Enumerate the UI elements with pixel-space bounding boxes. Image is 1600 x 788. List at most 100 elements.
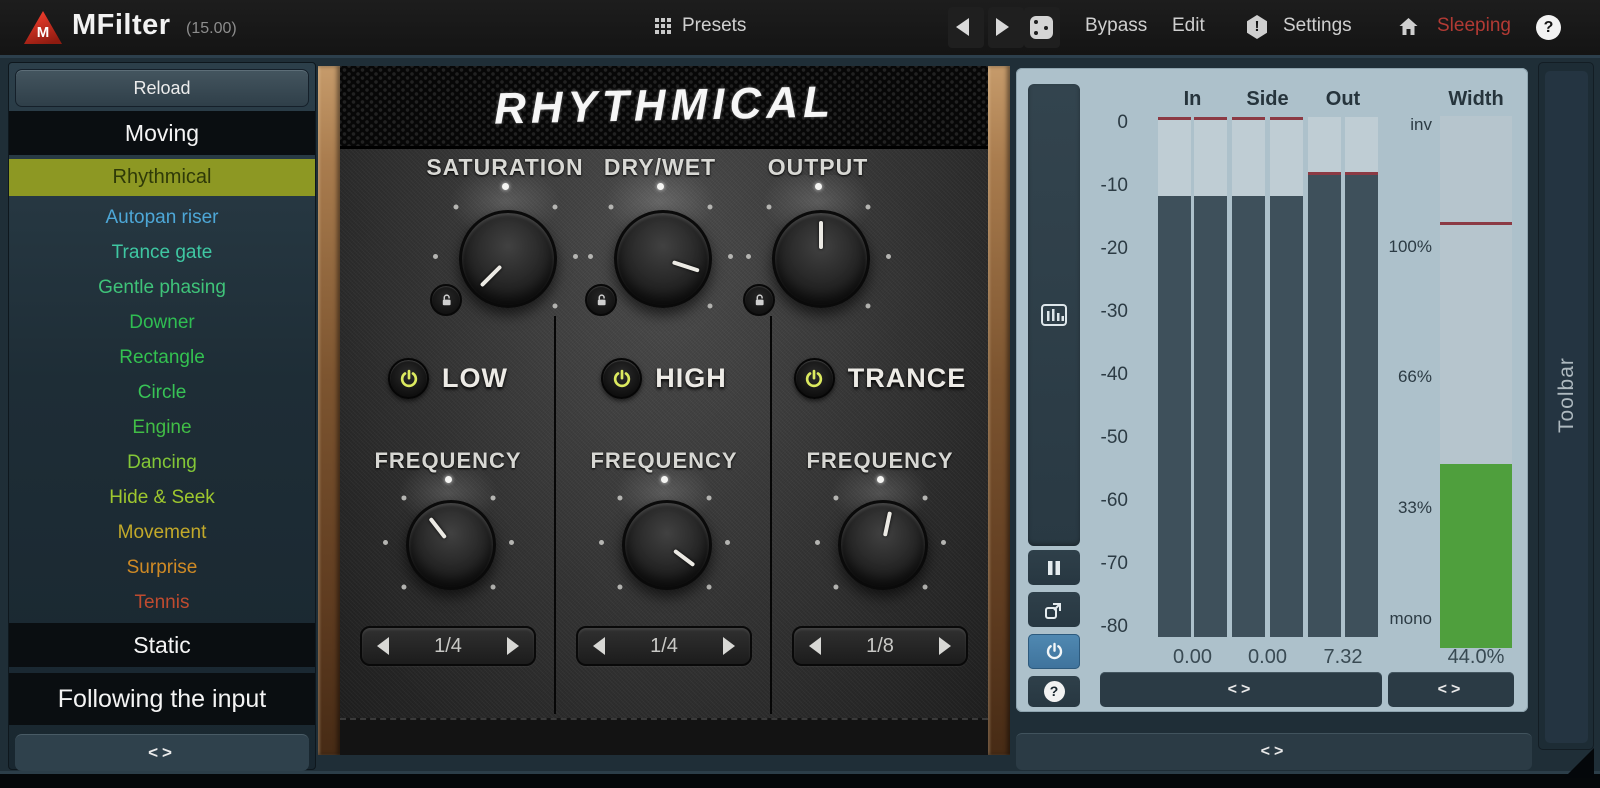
preset-item[interactable]: Surprise	[9, 550, 315, 585]
db-tick-label: -10	[1056, 175, 1128, 197]
home-icon[interactable]	[1396, 15, 1421, 39]
bottom-scrollbar[interactable]: <>	[1016, 733, 1532, 770]
knob-dot	[502, 183, 509, 190]
knob-dot	[657, 183, 664, 190]
preset-next-icon[interactable]	[996, 18, 1009, 36]
reload-button[interactable]: Reload	[15, 69, 309, 107]
width-scrollbar[interactable]: <>	[1388, 672, 1514, 707]
meter-bar-fill	[1308, 172, 1341, 637]
band-power-button[interactable]	[388, 358, 429, 399]
meter-column-value: 7.32	[1293, 646, 1393, 669]
sidebar-scrollbar[interactable]: <>	[15, 734, 309, 771]
step-prev-icon	[593, 637, 605, 655]
help-icon[interactable]: ?	[1536, 15, 1561, 40]
power-icon	[399, 369, 419, 389]
preset-item[interactable]: Circle	[9, 375, 315, 410]
band-power-button[interactable]	[794, 358, 835, 399]
lock-button[interactable]	[585, 284, 617, 316]
width-meter-value: 44.0%	[1426, 646, 1526, 669]
preset-item[interactable]: Engine	[9, 410, 315, 445]
frequency-knob-low[interactable]	[380, 474, 516, 610]
preset-sidebar: Reload Moving Rhythmical Autopan riserTr…	[8, 62, 316, 770]
band-name: HIGH	[655, 363, 727, 394]
unlock-icon	[753, 293, 766, 307]
preset-item[interactable]: Hide & Seek	[9, 480, 315, 515]
step-selector: 1/4	[576, 626, 752, 666]
step-value[interactable]: 1/8	[836, 635, 924, 658]
db-tick-label: -20	[1056, 238, 1128, 260]
preset-prev-icon[interactable]	[956, 18, 969, 36]
frequency-knob-trance[interactable]	[812, 474, 948, 610]
knob-dot	[489, 583, 496, 590]
presets-grid-icon	[655, 18, 672, 35]
preset-item[interactable]: Tennis	[9, 585, 315, 620]
knob-dot	[877, 476, 884, 483]
frequency-knob-high[interactable]	[596, 474, 732, 610]
random-preset-icon[interactable]	[1030, 16, 1053, 39]
lock-button[interactable]	[430, 284, 462, 316]
meter-power-button[interactable]	[1028, 634, 1080, 669]
band-header: TRANCE	[772, 358, 988, 399]
preset-item[interactable]: Trance gate	[9, 235, 315, 270]
presets-button[interactable]: Presets	[682, 15, 746, 37]
knob-pointer	[775, 213, 867, 305]
knob-dot	[400, 583, 407, 590]
db-tick-label: -40	[1056, 364, 1128, 386]
step-next-button[interactable]	[924, 628, 966, 664]
meter-column-label: Out	[1298, 88, 1388, 111]
lock-button[interactable]	[743, 284, 775, 316]
knob-dot	[815, 183, 822, 190]
bypass-button[interactable]: Bypass	[1085, 15, 1147, 37]
preset-item-selected[interactable]: Rhythmical	[9, 159, 315, 196]
step-next-button[interactable]	[492, 628, 534, 664]
step-value[interactable]: 1/4	[620, 635, 708, 658]
knob-face	[459, 210, 557, 308]
knob-dot	[445, 476, 452, 483]
step-next-icon	[939, 637, 951, 655]
app-version: (15.00)	[186, 20, 237, 38]
meter-bar-fill	[1232, 196, 1265, 637]
step-next-button[interactable]	[708, 628, 750, 664]
knob-dot	[588, 254, 593, 259]
preset-group-following[interactable]: Following the input	[9, 673, 315, 725]
step-next-icon	[723, 637, 735, 655]
width-tick-label: inv	[1352, 115, 1432, 135]
preset-item[interactable]: Gentle phasing	[9, 270, 315, 305]
width-peak-line	[1440, 222, 1512, 225]
knob-dot	[746, 254, 751, 259]
band-power-button[interactable]	[601, 358, 642, 399]
step-prev-button[interactable]	[362, 628, 404, 664]
knob-dot	[616, 583, 623, 590]
preset-item[interactable]: Dancing	[9, 445, 315, 480]
topbar-accent-line	[0, 55, 1600, 58]
knob-face	[772, 210, 870, 308]
preset-item[interactable]: Rectangle	[9, 340, 315, 375]
power-icon	[804, 369, 824, 389]
toolbar-tab[interactable]: Toolbar	[1538, 62, 1594, 750]
knob-face	[838, 500, 928, 590]
knob-dot	[725, 540, 730, 545]
preset-item[interactable]: Movement	[9, 515, 315, 550]
step-prev-button[interactable]	[578, 628, 620, 664]
knob-dot	[661, 476, 668, 483]
meter-help-button[interactable]: ?	[1028, 676, 1080, 707]
knob-face	[614, 210, 712, 308]
knob-dot	[886, 254, 891, 259]
preset-item[interactable]: Autopan riser	[9, 200, 315, 235]
device-panel: RHYTHMICAL SATURATIONDRY/WETOUTPUT LOWFR…	[318, 66, 1010, 755]
step-prev-button[interactable]	[794, 628, 836, 664]
resize-handle[interactable]	[1564, 748, 1594, 778]
meter-scrollbar[interactable]: <>	[1100, 672, 1382, 707]
unlock-icon	[440, 293, 453, 307]
settings-button[interactable]: Settings	[1283, 15, 1352, 37]
db-tick-label: -30	[1056, 301, 1128, 323]
sleeping-status[interactable]: Sleeping	[1437, 15, 1511, 37]
preset-group-static[interactable]: Static	[9, 623, 315, 667]
preset-group-moving[interactable]: Moving	[9, 111, 315, 155]
alert-icon[interactable]: !	[1247, 15, 1267, 39]
preset-item[interactable]: Downer	[9, 305, 315, 340]
edit-button[interactable]: Edit	[1172, 15, 1205, 37]
step-value[interactable]: 1/4	[404, 635, 492, 658]
knob-dot	[705, 583, 712, 590]
wood-rail-left	[318, 66, 340, 755]
